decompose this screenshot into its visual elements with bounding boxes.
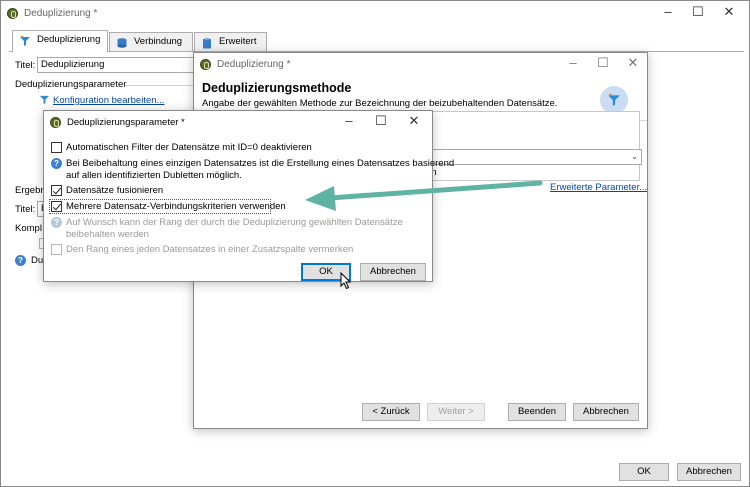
mouse-cursor-icon xyxy=(340,272,352,290)
annotation-arrow xyxy=(305,180,543,211)
funnel-icon xyxy=(20,35,30,46)
tab-deduplizierung-label: Deduplizierung xyxy=(37,34,101,45)
tab-deduplizierung[interactable]: Deduplizierung xyxy=(12,30,108,52)
